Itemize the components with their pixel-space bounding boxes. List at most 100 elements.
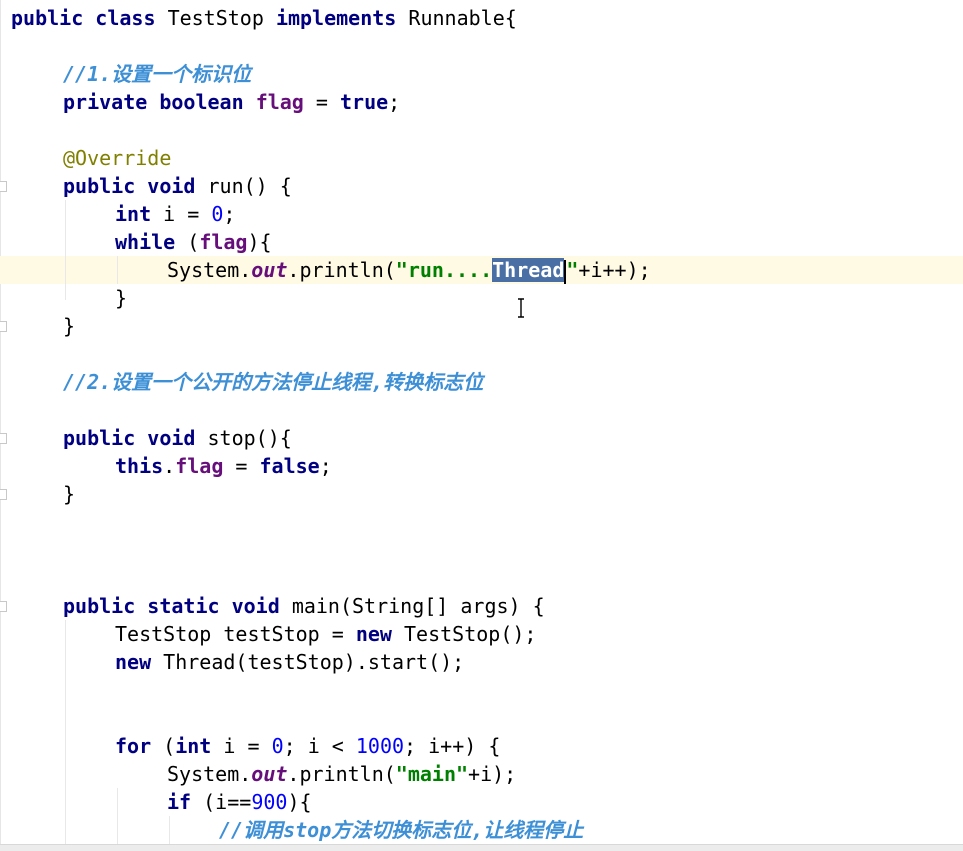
keyword: for <box>115 734 152 758</box>
code-line[interactable]: public void stop(){ <box>63 424 292 452</box>
static-field: out <box>251 762 288 786</box>
code-text: +i++); <box>578 258 651 282</box>
string-literal: " <box>566 258 579 282</box>
keyword: new <box>115 650 152 674</box>
keyword: public <box>63 594 136 618</box>
code-line[interactable]: TestStop testStop = new TestStop(); <box>115 620 536 648</box>
code-text: i = <box>163 202 212 226</box>
keyword: void <box>231 594 280 618</box>
operator: = <box>315 90 328 114</box>
keyword: public <box>11 6 84 30</box>
string-literal: "main" <box>395 762 469 786</box>
indent-guide <box>117 256 118 284</box>
punctuation: ; <box>388 90 401 114</box>
keyword: public <box>63 426 136 450</box>
field-name: flag <box>255 90 304 114</box>
code-text: i = <box>211 734 272 758</box>
code-text: ; i < <box>283 734 356 758</box>
comment-text: //调用stop方法切换标志位,让线程停止 <box>219 818 584 842</box>
code-text: TestStop(); <box>391 622 537 646</box>
fold-marker-icon[interactable] <box>0 433 7 444</box>
code-editor[interactable]: public class TestStop implements Runnabl… <box>0 0 963 844</box>
fold-marker-icon[interactable] <box>0 601 7 612</box>
number-literal: 900 <box>251 790 288 814</box>
keyword: void <box>147 426 196 450</box>
code-text: TestStop testStop = <box>115 622 356 646</box>
code-line[interactable]: public void run() { <box>63 172 292 200</box>
keyword: int <box>115 202 152 226</box>
keyword: new <box>355 622 392 646</box>
string-literal: "run.... <box>395 258 493 282</box>
keyword: implements <box>275 6 397 30</box>
annotation: @Override <box>63 146 172 170</box>
brace: } <box>63 314 76 338</box>
fold-marker-icon[interactable] <box>0 489 7 500</box>
brace: } <box>63 482 76 506</box>
keyword: this <box>115 454 164 478</box>
code-line[interactable]: this.flag = false; <box>115 452 332 480</box>
ibeam-cursor-icon <box>518 298 524 318</box>
class-name: TestStop <box>167 6 264 30</box>
punctuation: . <box>163 454 176 478</box>
code-line[interactable]: while (flag){ <box>115 228 272 256</box>
code-text: (i== <box>191 790 252 814</box>
code-line[interactable]: for (int i = 0; i < 1000; i++) { <box>115 732 500 760</box>
code-comment[interactable]: //调用stop方法切换标志位,让线程停止 <box>219 816 583 844</box>
code-line[interactable]: int i = 0; <box>115 200 235 228</box>
code-comment[interactable]: //1.设置一个标识位 <box>63 60 251 88</box>
gutter-divider <box>0 0 1 844</box>
interface-name: Runnable{ <box>408 6 517 30</box>
code-text: Thread(testStop).start(); <box>151 650 465 674</box>
code-text: System. <box>167 258 252 282</box>
brace: } <box>115 286 128 310</box>
keyword: private <box>63 90 148 114</box>
code-line[interactable]: public class TestStop implements Runnabl… <box>11 4 517 32</box>
keyword: if <box>167 790 192 814</box>
horizontal-scrollbar[interactable] <box>0 844 963 851</box>
indent-guide <box>65 200 66 300</box>
code-line[interactable]: @Override <box>63 144 171 172</box>
code-text: ){ <box>287 790 312 814</box>
number-literal: 1000 <box>355 734 405 758</box>
code-line[interactable]: public static void main(String[] args) { <box>63 592 545 620</box>
field-name: flag <box>175 454 224 478</box>
punctuation: ; <box>319 454 332 478</box>
code-line[interactable]: new Thread(testStop).start(); <box>115 648 464 676</box>
indent-guide <box>65 620 66 844</box>
punctuation: ; <box>223 202 236 226</box>
number-literal: 0 <box>271 734 284 758</box>
code-line[interactable]: System.out.println("main"+i); <box>167 760 516 788</box>
selected-text[interactable]: Thread <box>492 258 565 282</box>
code-line-current[interactable]: System.out.println("run....Thread "+i++); <box>167 256 651 284</box>
method-signature: stop(){ <box>207 426 292 450</box>
code-text: .println( <box>287 762 396 786</box>
code-text: +i); <box>468 762 517 786</box>
keyword: true <box>340 90 389 114</box>
keyword: while <box>115 230 176 254</box>
comment-text: //1.设置一个标识位 <box>63 62 252 86</box>
code-line[interactable]: if (i==900){ <box>167 788 312 816</box>
static-field: out <box>251 258 288 282</box>
code-line[interactable]: } <box>63 480 75 508</box>
keyword: boolean <box>159 90 244 114</box>
fold-marker-icon[interactable] <box>0 181 7 192</box>
punctuation: ( <box>187 230 200 254</box>
indent-guide <box>169 816 170 844</box>
keyword: void <box>147 174 196 198</box>
method-signature: main(String[] args) { <box>291 594 545 618</box>
method-signature: run() { <box>207 174 292 198</box>
code-line[interactable]: } <box>63 312 75 340</box>
fold-marker-icon[interactable] <box>0 321 7 332</box>
punctuation: ){ <box>247 230 272 254</box>
comment-text: //2.设置一个公开的方法停止线程,转换标志位 <box>63 370 484 394</box>
code-text: .println( <box>287 258 396 282</box>
code-line[interactable]: private boolean flag = true; <box>63 88 400 116</box>
code-text: ( <box>151 734 176 758</box>
code-comment[interactable]: //2.设置一个公开的方法停止线程,转换标志位 <box>63 368 483 396</box>
keyword: class <box>95 6 156 30</box>
code-text: ; i++) { <box>404 734 501 758</box>
keyword: int <box>175 734 212 758</box>
indent-guide <box>117 788 118 844</box>
keyword: false <box>259 454 320 478</box>
code-line[interactable]: } <box>115 284 127 312</box>
